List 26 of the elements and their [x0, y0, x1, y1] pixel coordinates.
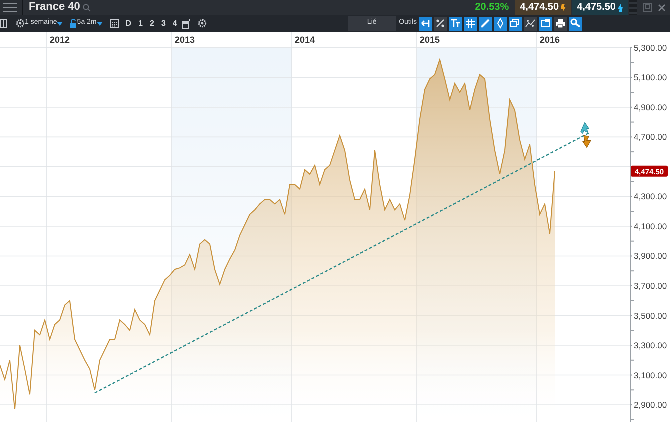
year-label: 2012 [50, 35, 70, 45]
buy-price-button[interactable]: 4,475.50 [572, 0, 628, 15]
range-button[interactable]: 1 [138, 18, 143, 30]
axis-label: 3,700.00 [634, 281, 668, 291]
axis-label: 3,100.00 [634, 370, 668, 380]
axis-label: 4,700.00 [634, 132, 668, 142]
sell-price-button[interactable]: 4,474.50 [515, 0, 572, 15]
axis-label: 3,900.00 [634, 251, 668, 262]
year-label: 2013 [174, 35, 196, 45]
range-button[interactable]: D [126, 18, 132, 30]
axis-label: 3,300.00 [634, 340, 668, 350]
instrument-title: France 40 [29, 0, 80, 16]
range-button[interactable]: 2 [150, 18, 154, 30]
range-button[interactable]: 4 [172, 18, 178, 30]
axis-label: 3,500.00 [634, 310, 668, 321]
axis-label: 5,100.00 [634, 72, 668, 83]
year-label: 2014 [294, 35, 316, 45]
axis-label: 4,900.00 [634, 102, 668, 112]
axis-label: 5,300.00 [634, 42, 668, 53]
axis-label: 4,300.00 [634, 192, 668, 202]
axis-label: 4,100.00 [634, 221, 668, 232]
range-button[interactable]: 3 [161, 18, 166, 30]
year-label: 2015 [420, 35, 440, 45]
year-label: 2016 [540, 35, 560, 45]
axis-label: 2,900.00 [634, 400, 668, 410]
change-percent: 20.53% [475, 1, 510, 15]
